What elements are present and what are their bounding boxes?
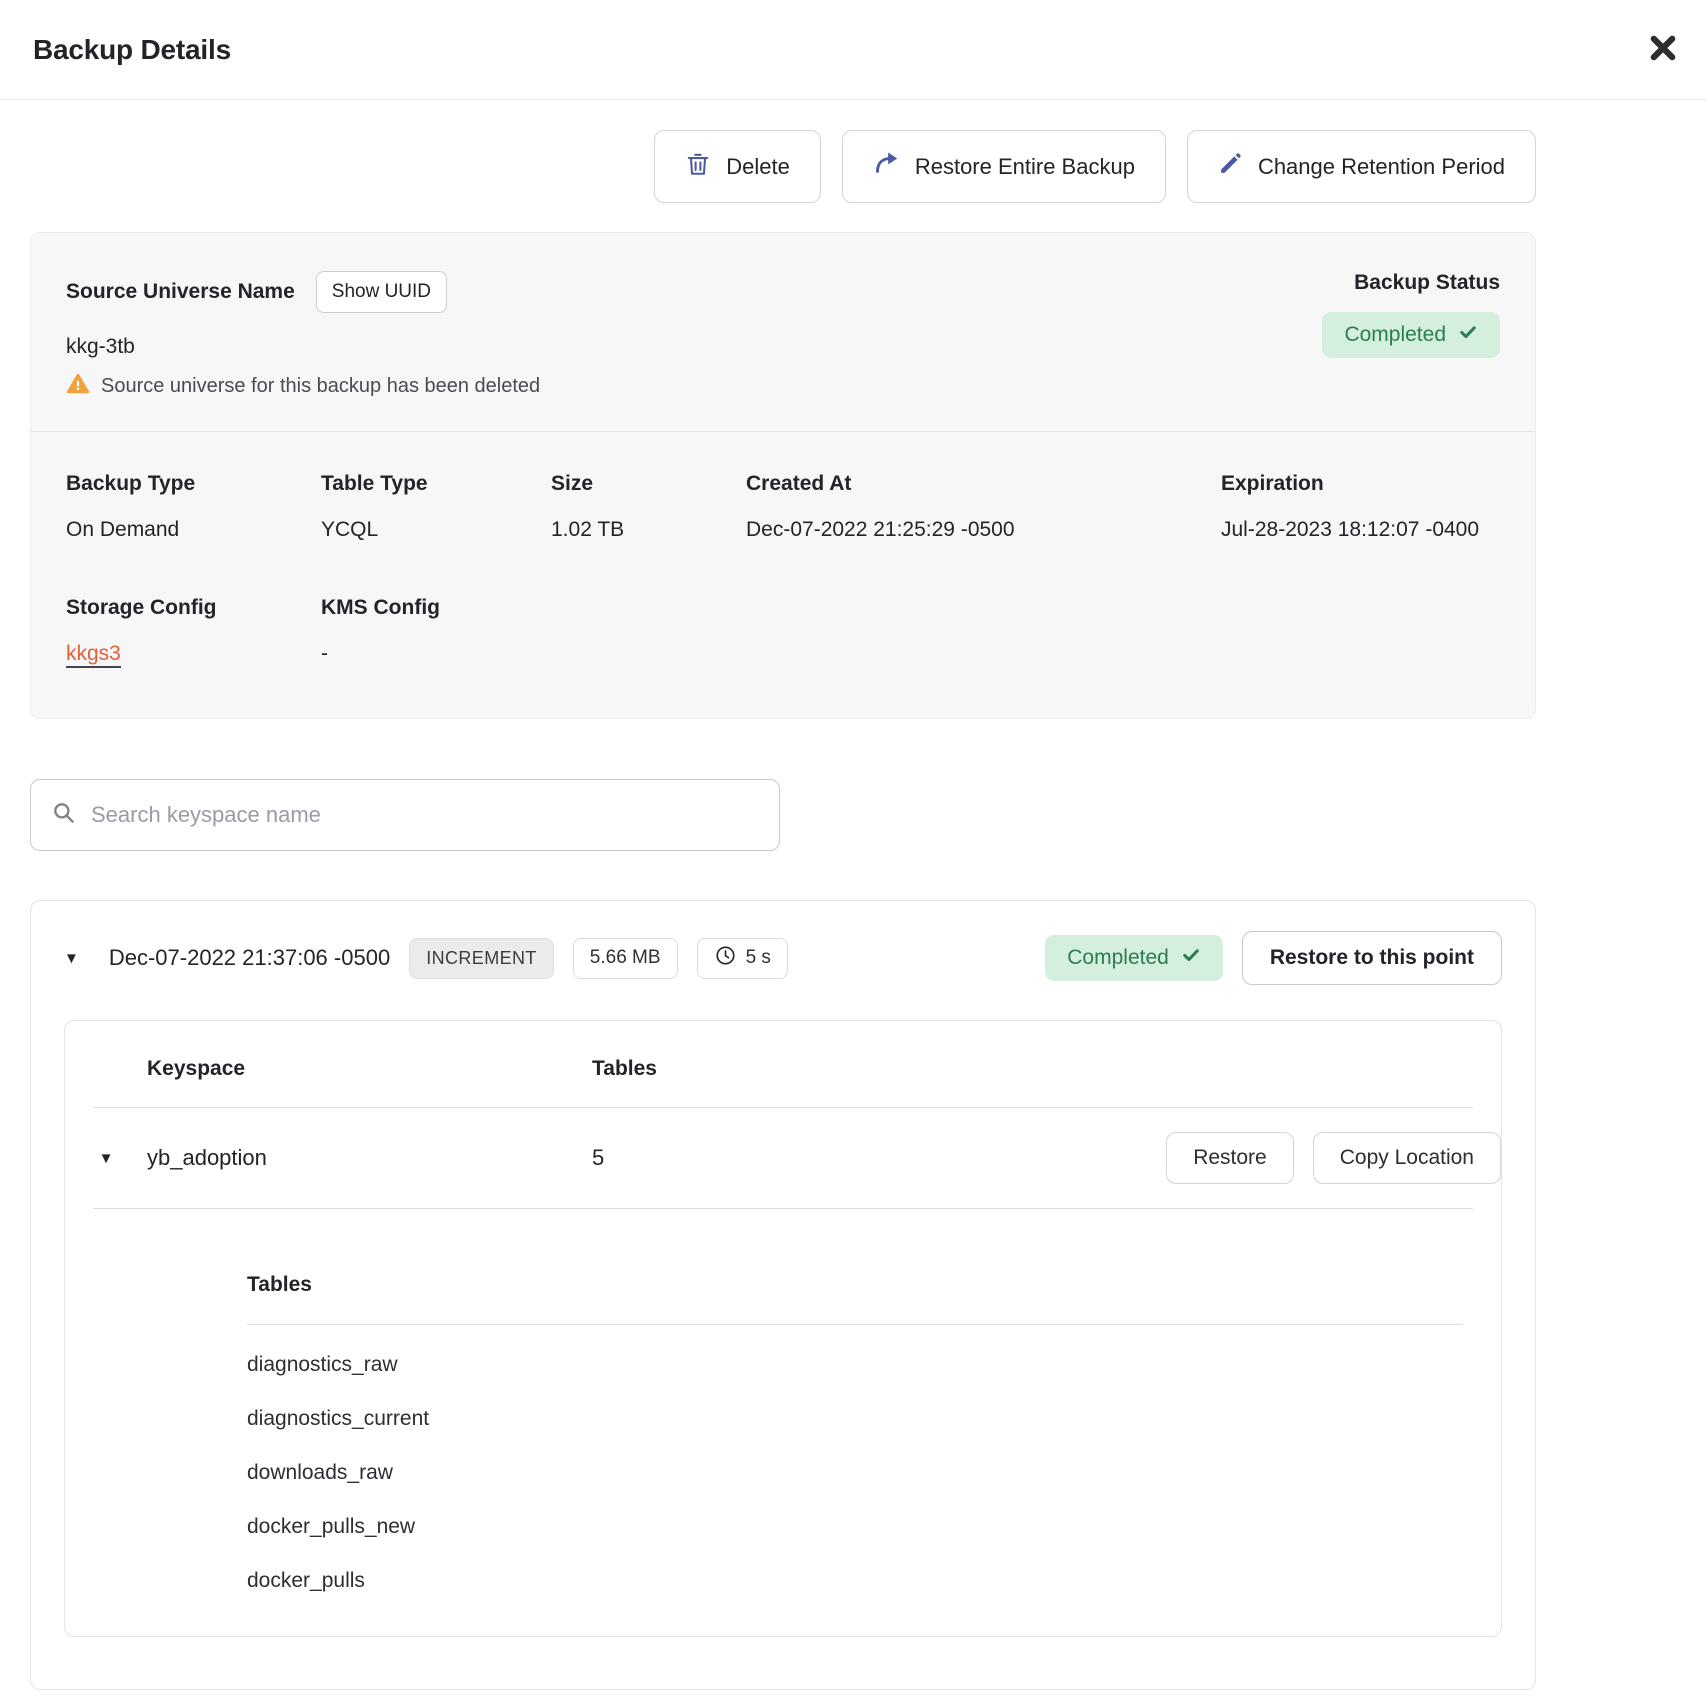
tables-column-header: Tables <box>592 1057 1456 1081</box>
duration-label: 5 s <box>746 947 771 969</box>
backup-type-value: On Demand <box>66 518 321 542</box>
search-input[interactable] <box>91 802 759 828</box>
change-retention-label: Change Retention Period <box>1258 154 1505 180</box>
increment-type-badge: INCREMENT <box>409 938 554 979</box>
search-icon <box>51 800 77 831</box>
created-at-label: Created At <box>746 472 1221 496</box>
increment-timestamp: Dec-07-2022 21:37:06 -0500 <box>109 945 390 971</box>
tables-subsection: Tables diagnostics_raw diagnostics_curre… <box>247 1209 1463 1608</box>
universe-deleted-warning: Source universe for this backup has been… <box>101 375 540 398</box>
restore-arrow-icon <box>873 150 900 183</box>
keyspace-name: yb_adoption <box>147 1145 592 1171</box>
increment-duration-badge: 5 s <box>697 938 788 979</box>
page-title: Backup Details <box>33 34 231 66</box>
change-retention-button[interactable]: Change Retention Period <box>1187 130 1536 203</box>
warning-icon <box>66 372 90 401</box>
trash-icon <box>685 151 711 183</box>
increment-size-badge: 5.66 MB <box>573 938 678 979</box>
modal-header: Backup Details <box>0 0 1706 100</box>
divider <box>247 1324 1463 1325</box>
backup-status-label: Backup Status <box>1322 271 1500 295</box>
restore-entire-backup-label: Restore Entire Backup <box>915 154 1135 180</box>
show-uuid-button[interactable]: Show UUID <box>316 271 447 313</box>
table-type-value: YCQL <box>321 518 551 542</box>
expiration-label: Expiration <box>1221 472 1500 496</box>
clock-icon <box>714 944 737 973</box>
created-at-value: Dec-07-2022 21:25:29 -0500 <box>746 518 1221 542</box>
increment-card: ▼ Dec-07-2022 21:37:06 -0500 INCREMENT 5… <box>30 900 1536 1690</box>
copy-location-button[interactable]: Copy Location <box>1313 1132 1501 1184</box>
backup-status-block: Backup Status Completed <box>1322 271 1500 401</box>
table-type-label: Table Type <box>321 472 551 496</box>
source-universe-block: Source Universe Name Show UUID kkg-3tb S… <box>66 271 540 401</box>
storage-config-link[interactable]: kkgs3 <box>66 642 121 668</box>
restore-keyspace-button[interactable]: Restore <box>1166 1132 1294 1184</box>
keyspace-table-count: 5 <box>592 1145 1166 1171</box>
storage-config-label: Storage Config <box>66 596 321 620</box>
toolbar: Delete Restore Entire Backup Change Rete… <box>30 130 1536 203</box>
increment-collapse-caret[interactable]: ▼ <box>64 951 79 966</box>
keyspace-table: Keyspace Tables ▼ yb_adoption 5 Restore … <box>64 1020 1502 1637</box>
pencil-icon <box>1218 151 1243 182</box>
status-badge-label: Completed <box>1344 323 1446 347</box>
kms-config-value: - <box>321 642 1500 666</box>
check-icon <box>1458 322 1478 348</box>
delete-button[interactable]: Delete <box>654 130 821 203</box>
size-label: Size <box>551 472 746 496</box>
restore-entire-backup-button[interactable]: Restore Entire Backup <box>842 130 1166 203</box>
expiration-value: Jul-28-2023 18:12:07 -0400 <box>1221 518 1500 542</box>
size-value: 1.02 TB <box>551 518 746 542</box>
status-badge: Completed <box>1322 312 1500 358</box>
source-universe-label: Source Universe Name <box>66 280 295 304</box>
table-name-item: diagnostics_current <box>247 1392 1463 1446</box>
increment-status-label: Completed <box>1067 946 1169 970</box>
restore-to-point-button[interactable]: Restore to this point <box>1242 931 1502 985</box>
backup-summary-panel: Source Universe Name Show UUID kkg-3tb S… <box>30 232 1536 719</box>
increment-status-badge: Completed <box>1045 935 1223 981</box>
close-icon <box>1646 53 1680 68</box>
increment-header: ▼ Dec-07-2022 21:37:06 -0500 INCREMENT 5… <box>64 931 1502 985</box>
table-name-item: docker_pulls_new <box>247 1500 1463 1554</box>
modal-body: Delete Restore Entire Backup Change Rete… <box>30 130 1536 1690</box>
delete-button-label: Delete <box>726 154 790 180</box>
table-name-item: downloads_raw <box>247 1446 1463 1500</box>
table-name-item: diagnostics_raw <box>247 1338 1463 1392</box>
table-list: diagnostics_raw diagnostics_current down… <box>247 1338 1463 1608</box>
backup-type-label: Backup Type <box>66 472 321 496</box>
table-name-item: docker_pulls <box>247 1554 1463 1608</box>
keyspace-search <box>30 779 780 851</box>
keyspace-column-header: Keyspace <box>147 1057 592 1081</box>
keyspace-row: ▼ yb_adoption 5 Restore Copy Location <box>65 1108 1501 1208</box>
keyspace-collapse-caret[interactable]: ▼ <box>99 1151 114 1166</box>
close-button[interactable] <box>1640 25 1686 74</box>
kms-config-label: KMS Config <box>321 596 1500 620</box>
check-icon <box>1181 945 1201 971</box>
universe-name: kkg-3tb <box>66 335 540 359</box>
tables-subheader: Tables <box>247 1273 1463 1297</box>
